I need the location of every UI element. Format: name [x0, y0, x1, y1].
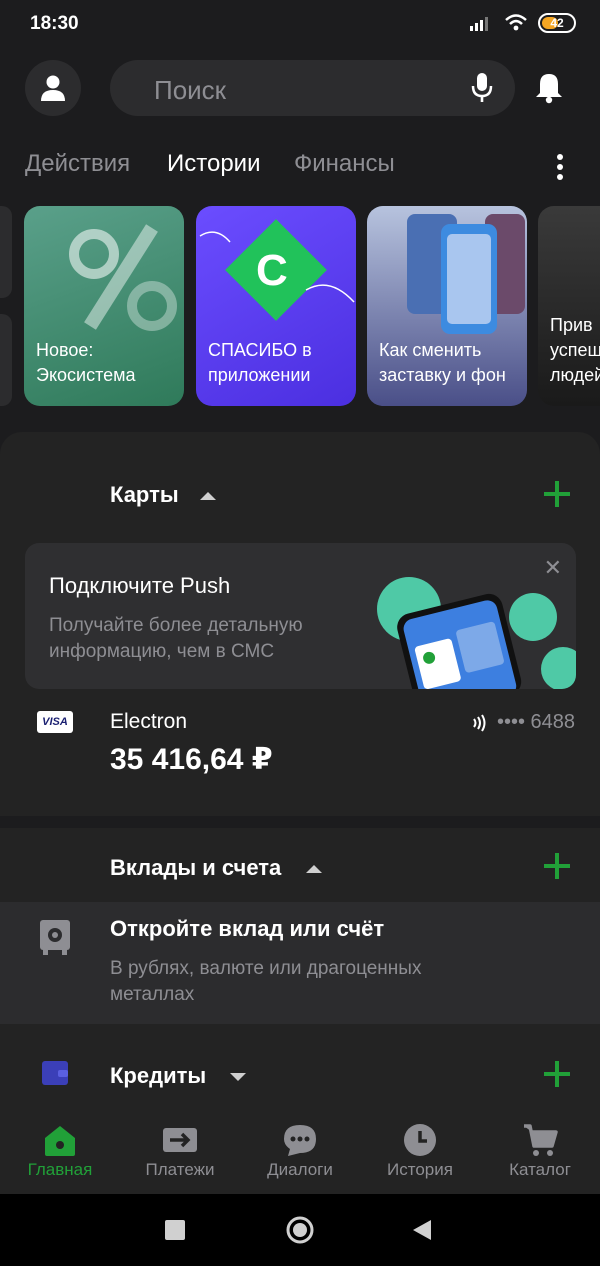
top-bar: Поиск: [0, 60, 600, 118]
card-balance[interactable]: 35 416,64 ₽: [110, 742, 273, 777]
tab-stories[interactable]: Истории: [167, 150, 260, 178]
system-navigation-bar: [0, 1194, 600, 1266]
nav-catalog-label: Каталог: [509, 1160, 571, 1179]
nav-dialogs-label: Диалоги: [267, 1160, 333, 1179]
cards-section-title[interactable]: Карты: [110, 482, 179, 508]
push-text: Получайте более детальную информацию, че…: [49, 615, 303, 662]
push-promo-card[interactable]: Подключите Push Получайте более детальну…: [25, 543, 576, 689]
nav-payments[interactable]: Платежи: [120, 1112, 240, 1194]
chat-icon: [284, 1125, 316, 1156]
more-vertical-icon[interactable]: [557, 154, 563, 180]
visa-logo: VISA: [37, 711, 73, 733]
story-wallpaper[interactable]: Как сменить заставку и фон: [367, 206, 527, 406]
user-icon: [41, 75, 65, 101]
status-icons: 42: [470, 13, 576, 33]
notifications-bell-icon[interactable]: [534, 72, 564, 104]
signal-icon: [470, 17, 488, 31]
add-credit-plus-icon[interactable]: [544, 1061, 570, 1087]
card-number-mask: •••• 6488: [496, 711, 575, 733]
search-placeholder: Поиск: [154, 75, 227, 105]
story-edge-bottom: [0, 314, 12, 406]
contactless-icon: [473, 713, 486, 732]
deposit-text: В рублях, валюте или драгоценных металла…: [110, 958, 422, 1005]
nav-payments-label: Платежи: [145, 1160, 215, 1179]
story-label: Как сменить заставку и фон: [379, 340, 506, 385]
bottom-navigation: Главная Платежи Диалоги История Каталог: [0, 1112, 600, 1194]
spasibo-badge: С: [256, 246, 288, 295]
recents-square-icon[interactable]: [165, 1220, 185, 1240]
story-spasibo[interactable]: С СПАСИБО в приложении: [196, 206, 356, 406]
credits-section-title[interactable]: Кредиты: [110, 1063, 206, 1089]
top-tabs: Действия Истории Финансы: [25, 150, 585, 184]
card-number: •••• 6488: [471, 711, 575, 734]
add-card-plus-icon[interactable]: [544, 481, 570, 507]
safe-icon: [40, 920, 70, 955]
nav-history[interactable]: История: [360, 1112, 480, 1194]
transfer-icon: [163, 1128, 197, 1152]
story-edge-top: [0, 206, 12, 298]
wallet-icon: [42, 1061, 68, 1085]
story-label: СПАСИБО в приложении: [208, 340, 312, 385]
nav-home-label: Главная: [27, 1160, 93, 1179]
microphone-icon[interactable]: [471, 73, 493, 103]
status-bar: 18:30 42: [0, 0, 600, 48]
push-phone-illustration-icon: [377, 577, 576, 689]
chevron-up-icon[interactable]: [306, 865, 322, 873]
search-input[interactable]: Поиск: [110, 60, 515, 116]
chevron-down-icon[interactable]: [230, 1073, 246, 1081]
wifi-icon: [505, 14, 527, 31]
clock-icon: [404, 1124, 436, 1156]
section-divider: [0, 816, 600, 828]
deposits-section-title[interactable]: Вклады и счета: [110, 855, 281, 881]
home-icon: [45, 1126, 75, 1156]
status-time: 18:30: [30, 13, 79, 34]
close-icon[interactable]: ✕: [544, 555, 562, 581]
nav-history-label: История: [387, 1160, 453, 1179]
story-label: Новое: Экосистема: [36, 340, 136, 385]
deposit-title: Откройте вклад или счёт: [110, 916, 385, 941]
battery-icon: 42: [538, 13, 576, 33]
card-name[interactable]: Electron: [110, 710, 187, 734]
nav-dialogs[interactable]: Диалоги: [240, 1112, 360, 1194]
cart-icon: [524, 1124, 558, 1156]
nav-catalog[interactable]: Каталог: [480, 1112, 600, 1194]
tab-finance[interactable]: Финансы: [294, 150, 395, 178]
stories-carousel: Новое: Экосистема С СПАСИБО в приложении…: [0, 206, 600, 406]
back-triangle-icon[interactable]: [412, 1219, 432, 1241]
tab-actions[interactable]: Действия: [25, 150, 130, 178]
add-deposit-plus-icon[interactable]: [544, 853, 570, 879]
story-label: Прив успеш людей: [550, 315, 600, 385]
open-deposit-row[interactable]: Откройте вклад или счёт В рублях, валюте…: [0, 902, 600, 1024]
story-success[interactable]: Прив успеш людей: [538, 206, 600, 406]
push-title: Подключите Push: [49, 573, 231, 598]
home-circle-icon[interactable]: [286, 1216, 314, 1244]
nav-home[interactable]: Главная: [0, 1112, 120, 1194]
story-ecosystem[interactable]: Новое: Экосистема: [24, 206, 184, 406]
chevron-up-icon[interactable]: [200, 492, 216, 500]
profile-button[interactable]: [25, 60, 81, 116]
